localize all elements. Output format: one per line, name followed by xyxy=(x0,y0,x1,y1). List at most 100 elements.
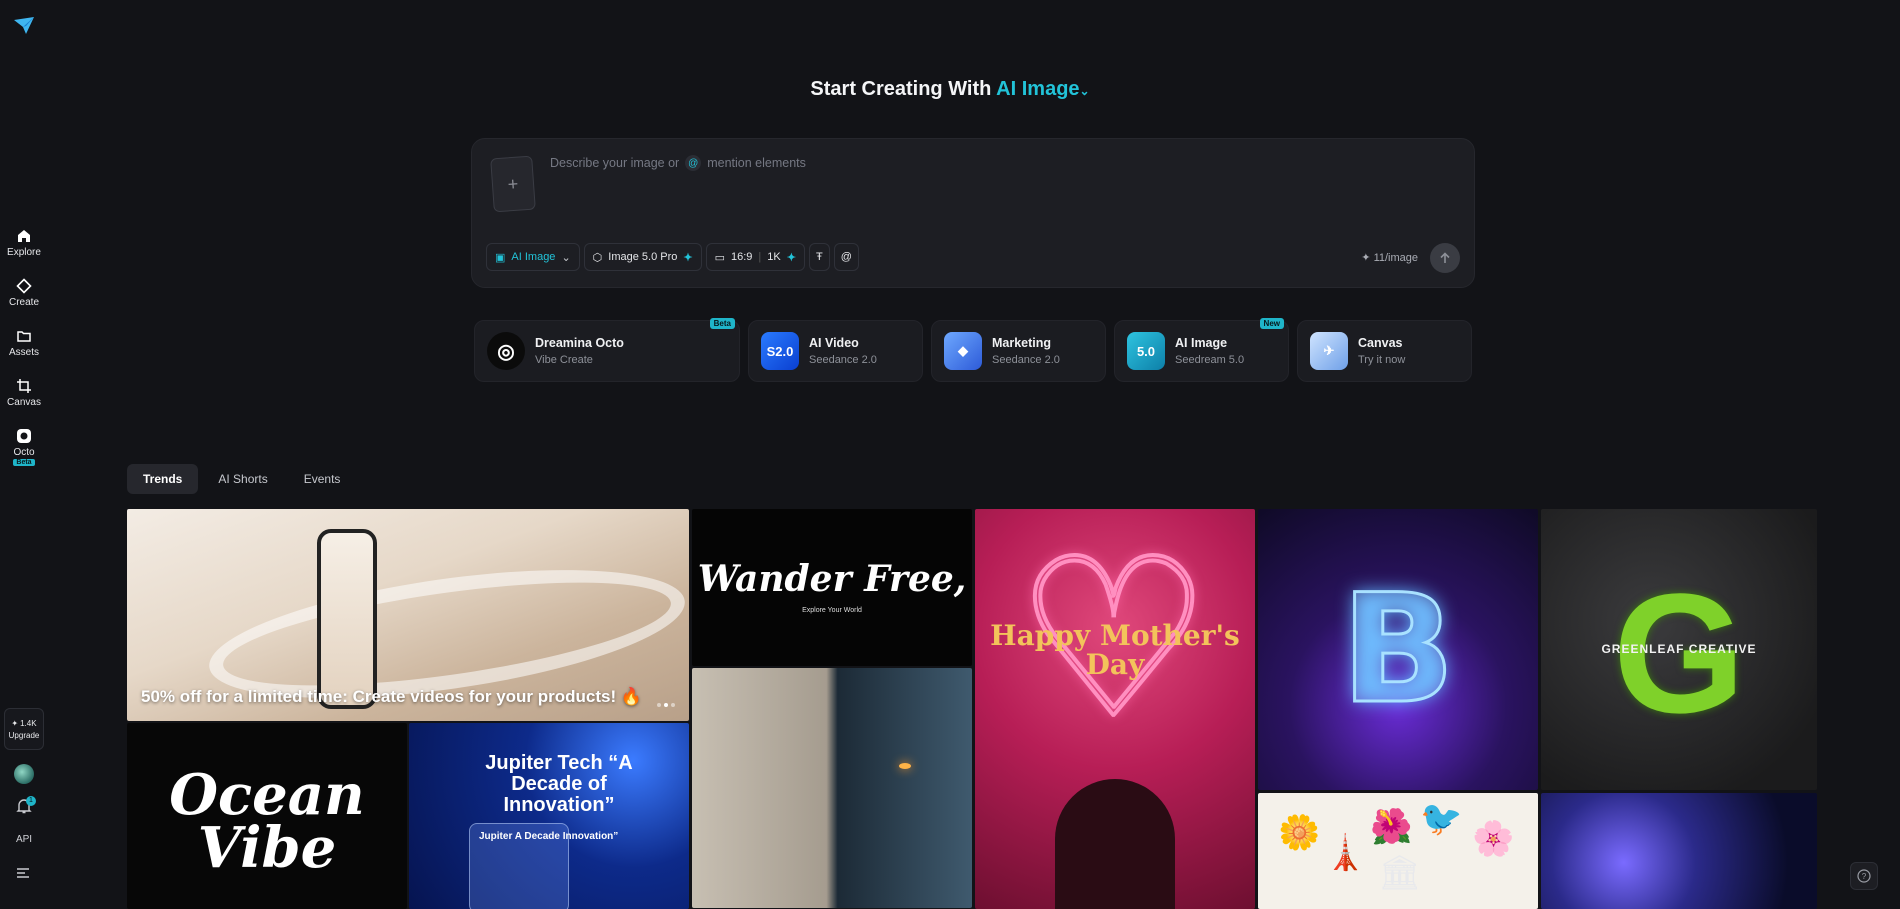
bird-sticker-icon: 🐦 xyxy=(1420,799,1462,839)
sidebar-item-label: Assets xyxy=(9,347,39,358)
dreamina-logo-icon[interactable] xyxy=(12,14,36,38)
sidebar-item-create[interactable]: Create xyxy=(0,274,48,324)
mode-dropdown-label: AI Image xyxy=(511,251,555,263)
placeholder-prefix: Describe your image or xyxy=(550,156,679,170)
tool-card-canvas[interactable]: ✈ Canvas Try it now xyxy=(1297,320,1472,382)
gallery-card-ocean-vibe[interactable]: Ocean Vibe xyxy=(127,723,407,909)
carousel-dot[interactable] xyxy=(657,703,661,707)
gallery-grid: 50% off for a limited time: Create video… xyxy=(127,509,1817,909)
image-tool-icon: 5.0 xyxy=(1127,332,1165,370)
help-button[interactable]: ? xyxy=(1850,862,1878,890)
eiffel-tower-sticker-icon: 🗼 xyxy=(1324,833,1366,873)
tool-card-ai-image[interactable]: 5.0 AI ImageSeedream 5.0 New xyxy=(1114,320,1289,382)
generate-button[interactable] xyxy=(1430,243,1460,273)
card-title: Happy Mother's Day xyxy=(975,621,1255,680)
sparkle-icon: ✦ xyxy=(787,251,796,264)
sidebar: Explore Create Assets Canvas Octo Beta ✦… xyxy=(0,0,48,900)
glowing-eye-graphic xyxy=(899,763,911,769)
gallery-card-galaxy[interactable] xyxy=(1541,793,1817,909)
sidebar-item-canvas[interactable]: Canvas xyxy=(0,374,48,424)
canvas-tool-icon: ✈ xyxy=(1310,332,1348,370)
mode-dropdown[interactable]: ▣ AI Image ⌄ xyxy=(486,243,580,271)
tool-name: Marketing xyxy=(992,336,1060,350)
sidebar-nav: Explore Create Assets Canvas Octo Beta xyxy=(0,224,48,480)
chevron-down-icon: ⌄ xyxy=(561,251,570,264)
add-reference-button[interactable]: + xyxy=(490,156,536,213)
beta-badge: Beta xyxy=(13,459,34,466)
aspect-ratio-icon: ▭ xyxy=(715,251,725,264)
flower-sticker-icon: 🌸 xyxy=(1472,819,1514,859)
cube-icon: ⬡ xyxy=(593,251,603,264)
sidebar-item-label: Canvas xyxy=(7,397,41,408)
plus-icon: + xyxy=(507,173,519,195)
carousel-dot[interactable] xyxy=(664,703,668,707)
gallery-tabs: Trends AI Shorts Events xyxy=(127,464,356,494)
api-link[interactable]: API xyxy=(0,834,48,845)
tool-card-dreamina-octo[interactable]: ◎ Dreamina OctoVibe Create Beta xyxy=(474,320,740,382)
gallery-card-mothers-day[interactable]: ♡ Happy Mother's Day xyxy=(975,509,1255,909)
text-style-button[interactable]: Ŧ xyxy=(809,243,830,271)
chevron-down-icon: ⌄ xyxy=(1080,84,1090,98)
home-icon xyxy=(16,228,32,244)
svg-text:?: ? xyxy=(1862,872,1867,881)
bitcoin-symbol: B xyxy=(1341,563,1455,737)
avatar[interactable] xyxy=(14,764,34,784)
card-subtitle: Jupiter A Decade Innovation” xyxy=(479,831,618,842)
carousel-dots[interactable] xyxy=(657,703,675,707)
gallery-card-bitcoin[interactable]: B xyxy=(1258,509,1538,790)
tool-name: AI Video xyxy=(809,336,877,350)
tool-card-ai-video[interactable]: S2.0 AI VideoSeedance 2.0 xyxy=(748,320,923,382)
video-tool-icon: S2.0 xyxy=(761,332,799,370)
ratio-selector[interactable]: ▭ 16:9 | 1K ✦ xyxy=(706,243,805,271)
gallery-card-wander-free[interactable]: Wander Free, Explore Your World xyxy=(692,509,972,666)
menu-icon[interactable] xyxy=(16,868,30,878)
sidebar-item-octo[interactable]: Octo Beta xyxy=(0,424,48,480)
gallery-card-statue-robot[interactable] xyxy=(692,668,972,908)
card-title: Ocean Vibe xyxy=(127,769,407,875)
model-selector[interactable]: ⬡ Image 5.0 Pro ✦ xyxy=(584,243,702,271)
carousel-dot[interactable] xyxy=(671,703,675,707)
at-mention-icon: @ xyxy=(685,155,701,171)
tab-ai-shorts[interactable]: AI Shorts xyxy=(202,464,283,494)
tab-events[interactable]: Events xyxy=(288,464,357,494)
canvas-icon xyxy=(16,378,32,394)
mode-selector[interactable]: AI Image⌄ xyxy=(996,78,1089,100)
marketing-tool-icon: ◆ xyxy=(944,332,982,370)
prompt-input[interactable]: Describe your image or @ mention element… xyxy=(550,155,806,171)
credits-icon: ✦ xyxy=(11,719,18,728)
flower-sticker-icon: 🌼 xyxy=(1278,813,1320,853)
upgrade-label: Upgrade xyxy=(9,731,40,740)
page-title: Start Creating With AI Image⌄ xyxy=(0,78,1900,101)
headline-prefix: Start Creating With xyxy=(810,78,991,100)
notification-badge: 1 xyxy=(26,796,36,806)
promo-banner[interactable]: 50% off for a limited time: Create video… xyxy=(127,509,689,721)
tool-name: Canvas xyxy=(1358,336,1405,350)
ratio-label: 16:9 xyxy=(731,251,752,263)
new-badge: New xyxy=(1260,318,1284,329)
tool-sub: Vibe Create xyxy=(535,354,624,366)
mention-button[interactable]: @ xyxy=(834,243,859,271)
placeholder-suffix: mention elements xyxy=(707,156,806,170)
sidebar-item-label: Octo xyxy=(13,447,34,458)
tool-card-marketing[interactable]: ◆ MarketingSeedance 2.0 xyxy=(931,320,1106,382)
sidebar-item-label: Explore xyxy=(7,247,41,258)
flower-sticker-icon: 🌺 xyxy=(1370,807,1412,847)
arrow-up-icon xyxy=(1439,252,1451,264)
image-icon: ▣ xyxy=(495,251,505,264)
gallery-card-jupiter-tech[interactable]: Jupiter Tech “A Decade of Innovation” Ju… xyxy=(409,723,689,909)
sidebar-item-assets[interactable]: Assets xyxy=(0,324,48,374)
gallery-card-greenleaf[interactable]: G GREENLEAF CREATIVE xyxy=(1541,509,1817,790)
upgrade-button[interactable]: ✦ 1.4K Upgrade xyxy=(4,708,44,750)
tool-sub: Try it now xyxy=(1358,354,1405,366)
gallery-card-travel-stickers[interactable]: 🌼 🗼 🌺 🐦 🏛 🌸 xyxy=(1258,793,1538,909)
tool-name: Dreamina Octo xyxy=(535,336,624,350)
sidebar-item-label: Create xyxy=(9,297,39,308)
tab-trends[interactable]: Trends xyxy=(127,464,198,494)
mother-silhouette-graphic xyxy=(1055,779,1175,909)
sparkle-icon: ✦ xyxy=(683,251,692,264)
diamond-icon xyxy=(16,278,32,294)
prompt-composer: + Describe your image or @ mention eleme… xyxy=(471,138,1475,288)
sidebar-item-explore[interactable]: Explore xyxy=(0,224,48,274)
card-subtitle: Explore Your World xyxy=(802,607,862,614)
credits-count: 1.4K xyxy=(20,719,36,728)
